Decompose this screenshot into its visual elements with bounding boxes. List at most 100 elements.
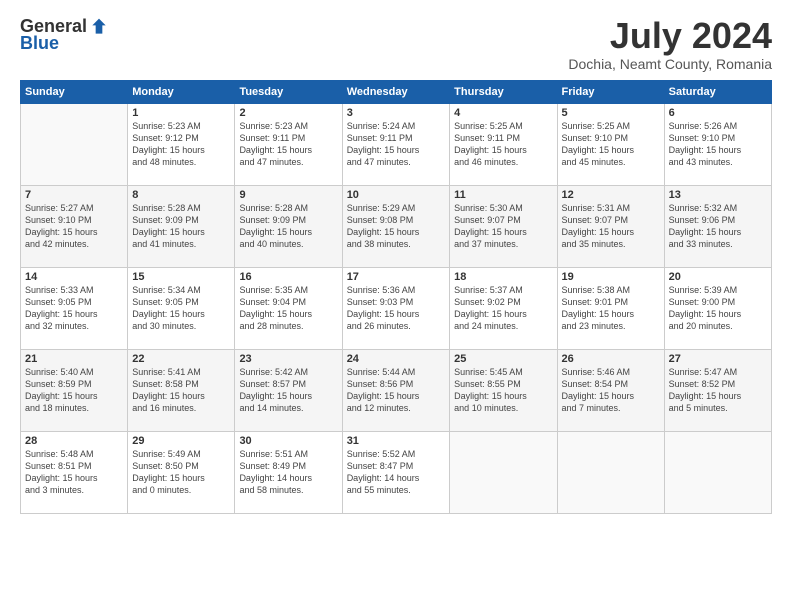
day-number: 27 <box>669 353 767 365</box>
day-info: Sunrise: 5:27 AM Sunset: 9:10 PM Dayligh… <box>25 202 123 251</box>
day-number: 7 <box>25 189 123 201</box>
calendar-week-4: 21Sunrise: 5:40 AM Sunset: 8:59 PM Dayli… <box>21 349 772 431</box>
calendar-cell: 13Sunrise: 5:32 AM Sunset: 9:06 PM Dayli… <box>664 185 771 267</box>
day-number: 2 <box>239 107 337 119</box>
day-info: Sunrise: 5:30 AM Sunset: 9:07 PM Dayligh… <box>454 202 552 251</box>
day-number: 8 <box>132 189 230 201</box>
day-info: Sunrise: 5:37 AM Sunset: 9:02 PM Dayligh… <box>454 284 552 333</box>
day-info: Sunrise: 5:34 AM Sunset: 9:05 PM Dayligh… <box>132 284 230 333</box>
day-number: 14 <box>25 271 123 283</box>
calendar-cell: 30Sunrise: 5:51 AM Sunset: 8:49 PM Dayli… <box>235 431 342 513</box>
day-number: 17 <box>347 271 445 283</box>
day-number: 5 <box>562 107 660 119</box>
calendar-cell: 26Sunrise: 5:46 AM Sunset: 8:54 PM Dayli… <box>557 349 664 431</box>
col-header-saturday: Saturday <box>664 80 771 103</box>
calendar-cell: 1Sunrise: 5:23 AM Sunset: 9:12 PM Daylig… <box>128 103 235 185</box>
day-number: 3 <box>347 107 445 119</box>
day-info: Sunrise: 5:23 AM Sunset: 9:11 PM Dayligh… <box>239 120 337 169</box>
page-header: General Blue July 2024 Dochia, Neamt Cou… <box>20 16 772 72</box>
col-header-tuesday: Tuesday <box>235 80 342 103</box>
calendar-cell: 12Sunrise: 5:31 AM Sunset: 9:07 PM Dayli… <box>557 185 664 267</box>
day-number: 1 <box>132 107 230 119</box>
calendar-cell: 15Sunrise: 5:34 AM Sunset: 9:05 PM Dayli… <box>128 267 235 349</box>
day-info: Sunrise: 5:25 AM Sunset: 9:11 PM Dayligh… <box>454 120 552 169</box>
calendar-week-2: 7Sunrise: 5:27 AM Sunset: 9:10 PM Daylig… <box>21 185 772 267</box>
col-header-sunday: Sunday <box>21 80 128 103</box>
location: Dochia, Neamt County, Romania <box>568 56 772 72</box>
day-number: 13 <box>669 189 767 201</box>
logo-blue: Blue <box>20 33 59 54</box>
day-info: Sunrise: 5:29 AM Sunset: 9:08 PM Dayligh… <box>347 202 445 251</box>
calendar-table: SundayMondayTuesdayWednesdayThursdayFrid… <box>20 80 772 514</box>
calendar-cell: 11Sunrise: 5:30 AM Sunset: 9:07 PM Dayli… <box>450 185 557 267</box>
day-number: 25 <box>454 353 552 365</box>
day-number: 4 <box>454 107 552 119</box>
header-row: SundayMondayTuesdayWednesdayThursdayFrid… <box>21 80 772 103</box>
calendar-cell <box>450 431 557 513</box>
calendar-cell <box>664 431 771 513</box>
calendar-cell: 22Sunrise: 5:41 AM Sunset: 8:58 PM Dayli… <box>128 349 235 431</box>
day-number: 21 <box>25 353 123 365</box>
day-number: 9 <box>239 189 337 201</box>
title-section: July 2024 Dochia, Neamt County, Romania <box>568 16 772 72</box>
day-info: Sunrise: 5:24 AM Sunset: 9:11 PM Dayligh… <box>347 120 445 169</box>
day-info: Sunrise: 5:28 AM Sunset: 9:09 PM Dayligh… <box>239 202 337 251</box>
day-number: 20 <box>669 271 767 283</box>
col-header-monday: Monday <box>128 80 235 103</box>
calendar-cell: 9Sunrise: 5:28 AM Sunset: 9:09 PM Daylig… <box>235 185 342 267</box>
calendar-cell: 5Sunrise: 5:25 AM Sunset: 9:10 PM Daylig… <box>557 103 664 185</box>
day-info: Sunrise: 5:32 AM Sunset: 9:06 PM Dayligh… <box>669 202 767 251</box>
calendar-cell: 18Sunrise: 5:37 AM Sunset: 9:02 PM Dayli… <box>450 267 557 349</box>
day-number: 16 <box>239 271 337 283</box>
day-info: Sunrise: 5:47 AM Sunset: 8:52 PM Dayligh… <box>669 366 767 415</box>
day-number: 26 <box>562 353 660 365</box>
day-info: Sunrise: 5:42 AM Sunset: 8:57 PM Dayligh… <box>239 366 337 415</box>
day-number: 12 <box>562 189 660 201</box>
day-info: Sunrise: 5:45 AM Sunset: 8:55 PM Dayligh… <box>454 366 552 415</box>
col-header-wednesday: Wednesday <box>342 80 449 103</box>
month-year: July 2024 <box>568 16 772 56</box>
day-info: Sunrise: 5:23 AM Sunset: 9:12 PM Dayligh… <box>132 120 230 169</box>
day-number: 22 <box>132 353 230 365</box>
calendar-cell: 2Sunrise: 5:23 AM Sunset: 9:11 PM Daylig… <box>235 103 342 185</box>
day-info: Sunrise: 5:35 AM Sunset: 9:04 PM Dayligh… <box>239 284 337 333</box>
day-info: Sunrise: 5:36 AM Sunset: 9:03 PM Dayligh… <box>347 284 445 333</box>
day-number: 30 <box>239 435 337 447</box>
calendar-cell <box>557 431 664 513</box>
calendar-cell: 4Sunrise: 5:25 AM Sunset: 9:11 PM Daylig… <box>450 103 557 185</box>
calendar-cell: 21Sunrise: 5:40 AM Sunset: 8:59 PM Dayli… <box>21 349 128 431</box>
day-number: 19 <box>562 271 660 283</box>
day-info: Sunrise: 5:41 AM Sunset: 8:58 PM Dayligh… <box>132 366 230 415</box>
calendar-cell: 28Sunrise: 5:48 AM Sunset: 8:51 PM Dayli… <box>21 431 128 513</box>
day-info: Sunrise: 5:46 AM Sunset: 8:54 PM Dayligh… <box>562 366 660 415</box>
day-info: Sunrise: 5:48 AM Sunset: 8:51 PM Dayligh… <box>25 448 123 497</box>
calendar-cell: 10Sunrise: 5:29 AM Sunset: 9:08 PM Dayli… <box>342 185 449 267</box>
calendar-week-5: 28Sunrise: 5:48 AM Sunset: 8:51 PM Dayli… <box>21 431 772 513</box>
calendar-cell: 23Sunrise: 5:42 AM Sunset: 8:57 PM Dayli… <box>235 349 342 431</box>
day-number: 23 <box>239 353 337 365</box>
col-header-friday: Friday <box>557 80 664 103</box>
calendar-cell: 14Sunrise: 5:33 AM Sunset: 9:05 PM Dayli… <box>21 267 128 349</box>
calendar-cell: 29Sunrise: 5:49 AM Sunset: 8:50 PM Dayli… <box>128 431 235 513</box>
day-info: Sunrise: 5:25 AM Sunset: 9:10 PM Dayligh… <box>562 120 660 169</box>
day-number: 11 <box>454 189 552 201</box>
day-info: Sunrise: 5:38 AM Sunset: 9:01 PM Dayligh… <box>562 284 660 333</box>
day-info: Sunrise: 5:44 AM Sunset: 8:56 PM Dayligh… <box>347 366 445 415</box>
calendar-cell: 6Sunrise: 5:26 AM Sunset: 9:10 PM Daylig… <box>664 103 771 185</box>
col-header-thursday: Thursday <box>450 80 557 103</box>
day-info: Sunrise: 5:31 AM Sunset: 9:07 PM Dayligh… <box>562 202 660 251</box>
day-number: 24 <box>347 353 445 365</box>
calendar-cell: 19Sunrise: 5:38 AM Sunset: 9:01 PM Dayli… <box>557 267 664 349</box>
day-info: Sunrise: 5:51 AM Sunset: 8:49 PM Dayligh… <box>239 448 337 497</box>
day-number: 10 <box>347 189 445 201</box>
day-info: Sunrise: 5:49 AM Sunset: 8:50 PM Dayligh… <box>132 448 230 497</box>
day-info: Sunrise: 5:33 AM Sunset: 9:05 PM Dayligh… <box>25 284 123 333</box>
day-number: 28 <box>25 435 123 447</box>
day-info: Sunrise: 5:28 AM Sunset: 9:09 PM Dayligh… <box>132 202 230 251</box>
calendar-cell: 20Sunrise: 5:39 AM Sunset: 9:00 PM Dayli… <box>664 267 771 349</box>
day-number: 31 <box>347 435 445 447</box>
calendar-week-1: 1Sunrise: 5:23 AM Sunset: 9:12 PM Daylig… <box>21 103 772 185</box>
day-info: Sunrise: 5:40 AM Sunset: 8:59 PM Dayligh… <box>25 366 123 415</box>
calendar-cell: 27Sunrise: 5:47 AM Sunset: 8:52 PM Dayli… <box>664 349 771 431</box>
calendar-cell: 8Sunrise: 5:28 AM Sunset: 9:09 PM Daylig… <box>128 185 235 267</box>
